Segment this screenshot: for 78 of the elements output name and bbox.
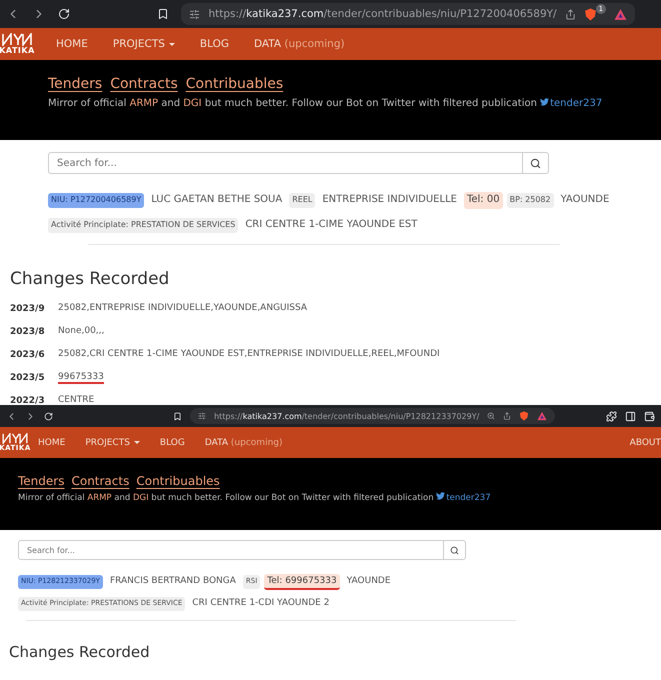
- logo-icon: [2, 33, 32, 46]
- zoom-icon[interactable]: [487, 412, 496, 420]
- change-date: 2023/5: [10, 372, 46, 382]
- info-tag: BP: 25082: [506, 193, 554, 208]
- section-heading: Changes Recorded: [10, 269, 170, 289]
- info-tag: Activité Principlate: PRESTATION DE SERVICES: [48, 218, 238, 233]
- search-field[interactable]: Search for...: [18, 540, 444, 560]
- triangle-icon[interactable]: [537, 411, 548, 421]
- change-date: 2023/6: [10, 350, 46, 360]
- change-date: 2022/3: [10, 396, 46, 405]
- reload-icon[interactable]: [44, 412, 53, 420]
- search-icon: [530, 158, 541, 168]
- nav-link[interactable]: BLOG: [200, 38, 229, 50]
- shield-icon[interactable]: [519, 411, 530, 421]
- section-link[interactable]: Tenders: [48, 76, 102, 92]
- tagline: Mirror of official ARMP and DGI but much better. Follow our Bot on Twitter with filtered publication tender237: [48, 98, 604, 109]
- sidebar-icon[interactable]: [625, 410, 636, 422]
- info-text: YAOUNDE: [560, 193, 610, 207]
- source-link[interactable]: ARMP: [87, 493, 112, 503]
- triangle-icon[interactable]: [614, 8, 628, 20]
- change-value: None,00,,,: [58, 326, 104, 338]
- section-link[interactable]: Contracts: [71, 474, 130, 488]
- change-value: 99675333: [58, 372, 104, 384]
- share-icon[interactable]: [564, 8, 576, 20]
- bookmark-icon[interactable]: [157, 8, 170, 20]
- tagline: Mirror of official ARMP and DGI but much better. Follow our Bot on Twitter with filtered publication tender237: [18, 492, 492, 503]
- wallet-icon[interactable]: [644, 410, 655, 422]
- phone-tag: Tel: 00: [464, 192, 503, 209]
- twitter-link[interactable]: tender237: [436, 493, 491, 503]
- change-date: 2023/9: [10, 304, 46, 314]
- section-link[interactable]: Contribuables: [136, 474, 220, 488]
- nav-link[interactable]: PROJECTS: [85, 438, 140, 448]
- change-value: CENTRE: [58, 394, 94, 405]
- logo-icon: [2, 433, 28, 444]
- info-text: FRANCIS BERTRAND BONGA: [108, 575, 237, 588]
- nav-link[interactable]: BLOG: [160, 438, 185, 448]
- shield-icon[interactable]: [584, 8, 597, 20]
- nav-link[interactable]: HOME: [38, 438, 66, 448]
- info-tag: REEL: [289, 193, 316, 208]
- search-field[interactable]: Search for...: [48, 152, 523, 174]
- site-settings-icon[interactable]: [198, 412, 206, 420]
- info-text: LUC GAETAN BETHE SOUA: [150, 193, 284, 207]
- puzzle-icon[interactable]: [606, 410, 617, 422]
- bookmark-icon[interactable]: [173, 412, 182, 420]
- search-button[interactable]: [444, 540, 466, 560]
- change-date: 2023/8: [10, 326, 46, 336]
- change-value: 25082,ENTREPRISE INDIVIDUELLE,YAOUNDE,ANGUISSA: [58, 302, 308, 314]
- reload-icon[interactable]: [58, 8, 70, 20]
- nav-link[interactable]: PROJECTS: [112, 38, 175, 50]
- url-text: https://katika237.com/tender/contribuables/niu/P127200406589Y/: [208, 8, 557, 20]
- share-icon[interactable]: [503, 412, 512, 420]
- source-link[interactable]: ARMP: [130, 98, 158, 109]
- nav-link[interactable]: ABOUT: [630, 438, 661, 448]
- phone-tag: Tel: 699675333: [264, 574, 340, 590]
- url-text: https://katika237.com/tender/contribuables/niu/P128212337029Y/: [214, 412, 480, 420]
- nav-link[interactable]: HOME: [56, 38, 88, 50]
- site-settings-icon[interactable]: [189, 8, 200, 20]
- bird-icon: [540, 98, 550, 106]
- niu-badge: NIU: P127200406589Y: [48, 193, 144, 208]
- search-button[interactable]: [523, 152, 549, 174]
- section-link[interactable]: Tenders: [18, 474, 64, 488]
- info-text: ENTREPRISE INDIVIDUELLE: [321, 193, 458, 207]
- twitter-link[interactable]: tender237: [540, 98, 602, 109]
- section-link[interactable]: Contracts: [110, 76, 178, 92]
- nav-link[interactable]: DATA (upcoming): [254, 38, 345, 50]
- nav-link[interactable]: DATA (upcoming): [204, 438, 283, 448]
- bird-icon: [436, 492, 446, 500]
- address-bar[interactable]: https://katika237.com/tender/contribuables/niu/P128212337029Y/: [190, 408, 556, 424]
- section-link[interactable]: Contribuables: [186, 76, 284, 92]
- change-value: 25082,CRI CENTRE 1-CIME YAOUNDE EST,ENTREPRISE INDIVIDUELLE,REEL,MFOUNDI: [58, 348, 440, 360]
- info-text: YAOUNDE: [346, 575, 392, 588]
- info-text: CRI CENTRE 1-CDI YAOUNDE 2: [191, 597, 330, 610]
- search-icon: [450, 546, 459, 554]
- info-text: CRI CENTRE 1-CIME YAOUNDE EST: [244, 218, 418, 232]
- source-link[interactable]: DGI: [132, 493, 149, 503]
- source-link[interactable]: DGI: [183, 98, 202, 109]
- logo-text: KATIKA: [0, 46, 35, 55]
- section-heading: Changes Recorded: [9, 643, 151, 661]
